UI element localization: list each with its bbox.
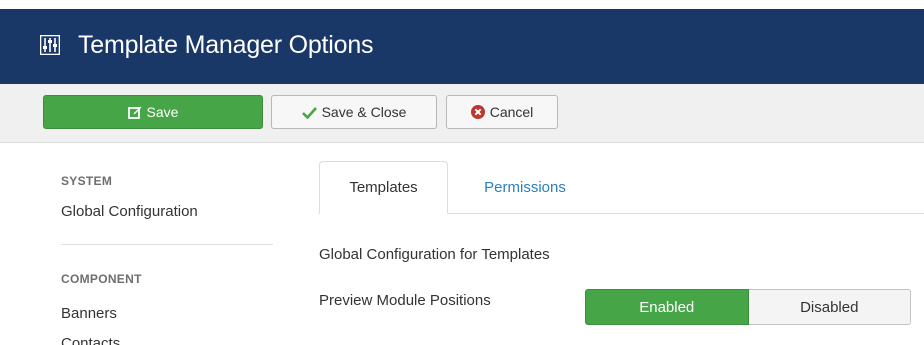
equalizer-icon <box>40 35 60 55</box>
edit-icon <box>127 106 142 119</box>
checkmark-icon <box>301 106 317 119</box>
toggle-disabled-option[interactable]: Disabled <box>748 289 911 325</box>
sidebar-item-banners[interactable]: Banners <box>61 305 117 322</box>
save-close-button-label: Save & Close <box>321 104 407 120</box>
sidebar: SYSTEM Global Configuration COMPONENT Ba… <box>0 143 290 345</box>
cancel-circle-icon <box>470 105 485 119</box>
sidebar-heading-system: SYSTEM <box>61 174 113 188</box>
sidebar-item-global-configuration[interactable]: Global Configuration <box>61 203 198 220</box>
cancel-button[interactable]: Cancel <box>446 95 558 129</box>
save-close-button[interactable]: Save & Close <box>271 95 437 129</box>
sidebar-item-contacts[interactable]: Contacts <box>61 335 120 345</box>
page-title: Template Manager Options <box>78 31 374 59</box>
preview-module-positions-toggle: Enabled Disabled <box>585 289 911 325</box>
top-strip <box>0 0 924 9</box>
tab-permissions[interactable]: Permissions <box>455 161 595 214</box>
toggle-enabled-option[interactable]: Enabled <box>585 289 749 325</box>
cancel-button-label: Cancel <box>489 104 534 120</box>
sidebar-divider <box>61 244 273 245</box>
save-button[interactable]: Save <box>43 95 263 129</box>
page-header: Template Manager Options <box>0 9 924 84</box>
field-label-preview-module-positions: Preview Module Positions <box>319 292 491 309</box>
sidebar-heading-component: COMPONENT <box>61 272 142 286</box>
section-title: Global Configuration for Templates <box>319 246 550 263</box>
save-button-label: Save <box>146 104 179 120</box>
toolbar: Save Save & Close Cancel <box>0 84 924 143</box>
tab-templates[interactable]: Templates <box>319 161 448 214</box>
